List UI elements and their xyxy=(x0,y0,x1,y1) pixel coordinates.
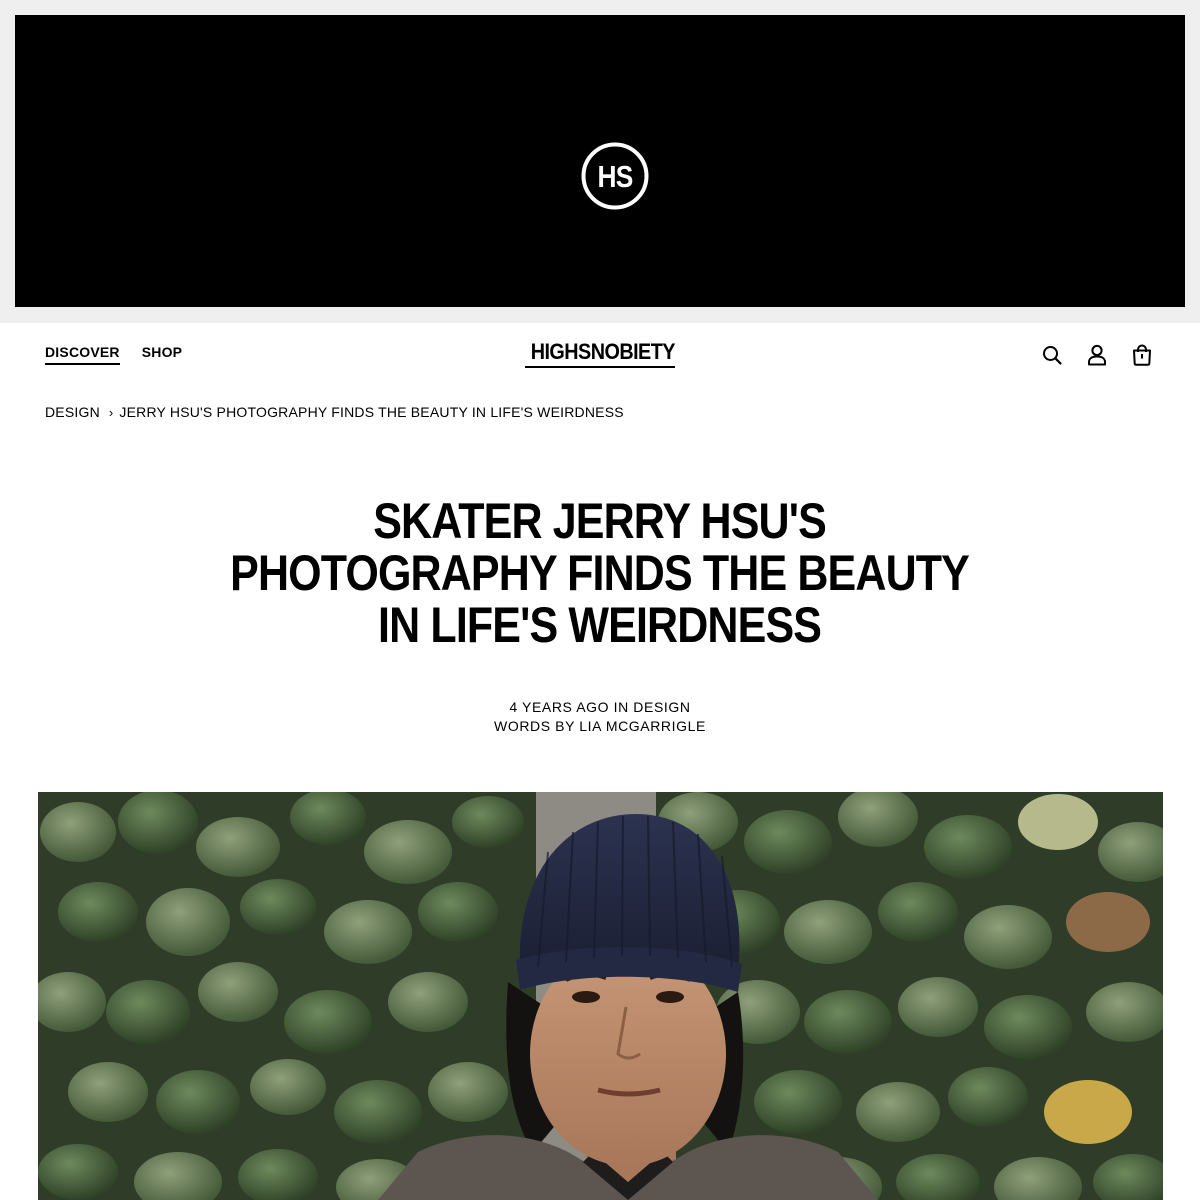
nav-item-shop[interactable]: SHOP xyxy=(142,344,182,365)
article-date-category[interactable]: 4 YEARS AGO IN DESIGN xyxy=(300,698,900,717)
hero-photo-illustration xyxy=(38,792,1163,1200)
article-title-line: IN LIFE'S WEIRDNESS xyxy=(378,597,822,653)
header-actions xyxy=(1041,343,1153,367)
brand-underline xyxy=(525,366,675,368)
hs-logo-icon: HS xyxy=(581,142,649,210)
hero-image xyxy=(38,792,1163,1200)
search-icon[interactable] xyxy=(1041,343,1063,367)
brand-logo[interactable]: HIGHSNOBIETY xyxy=(523,339,677,368)
breadcrumb-item-design[interactable]: DESIGN xyxy=(45,404,100,420)
nav-item-discover[interactable]: DISCOVER xyxy=(45,344,120,365)
breadcrumb-separator-icon: › xyxy=(108,404,114,420)
hs-logo-text: HS xyxy=(598,160,634,194)
ad-banner[interactable]: HS xyxy=(15,15,1185,307)
article-title-line: PHOTOGRAPHY FINDS THE BEAUTY xyxy=(230,545,971,601)
breadcrumb-item-current: JERRY HSU'S PHOTOGRAPHY FINDS THE BEAUTY… xyxy=(119,404,624,420)
brand-name: HIGHSNOBIETY xyxy=(530,339,676,364)
breadcrumb: DESIGN › JERRY HSU'S PHOTOGRAPHY FINDS T… xyxy=(45,404,624,420)
article-meta: 4 YEARS AGO IN DESIGN WORDS BY LIA MCGAR… xyxy=(300,698,900,736)
article-title: SKATER JERRY HSU'S PHOTOGRAPHY FINDS THE… xyxy=(150,495,1050,651)
ad-banner-container: HS xyxy=(0,0,1200,323)
account-icon[interactable] xyxy=(1086,343,1108,367)
primary-nav: DISCOVER SHOP xyxy=(45,344,182,365)
bag-icon[interactable] xyxy=(1131,343,1153,367)
article-byline[interactable]: WORDS BY LIA MCGARRIGLE xyxy=(300,717,900,736)
page: HS DISCOVER SHOP HIGHSNOBIETY DESIGN › J… xyxy=(0,0,1200,1200)
article-title-line: SKATER JERRY HSU'S xyxy=(373,493,828,549)
